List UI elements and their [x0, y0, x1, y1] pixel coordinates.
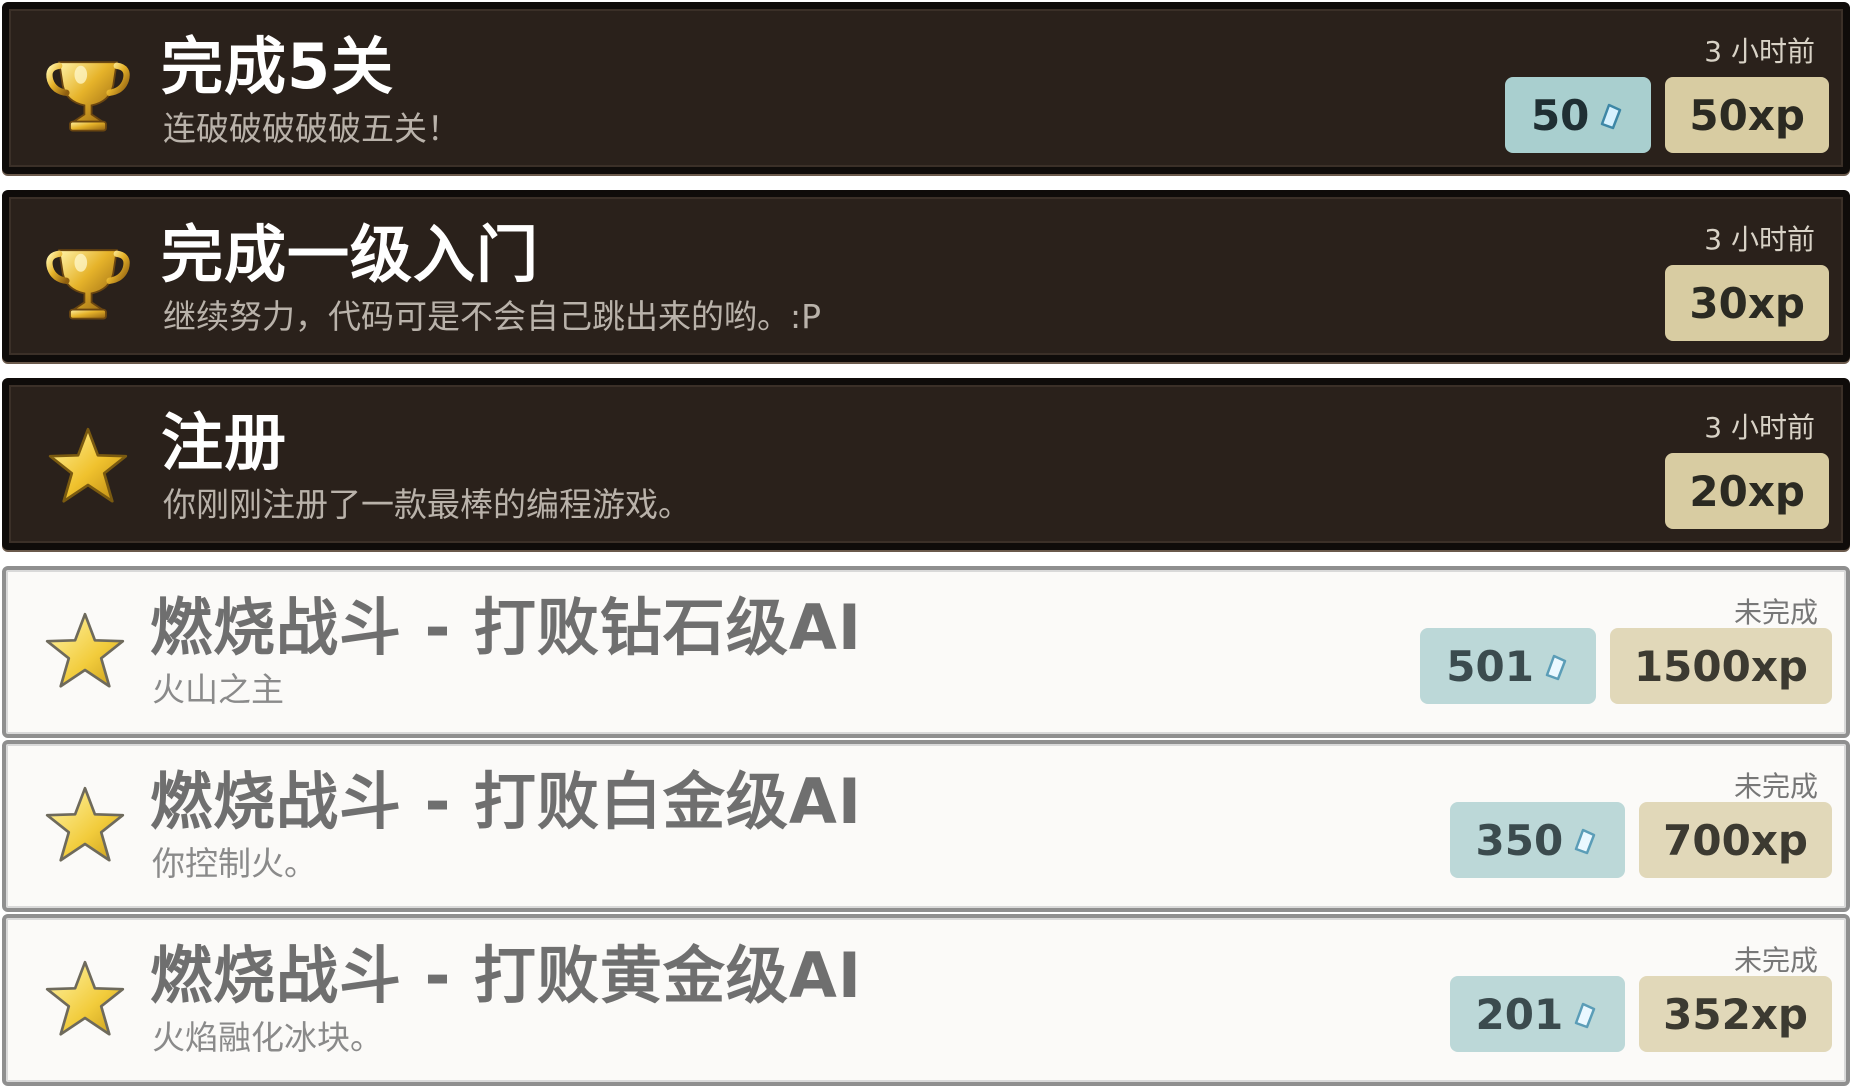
achievement-status: 未完成 — [1733, 770, 1818, 803]
achievement-title: 燃烧战斗 - 打败黄金级AI — [150, 939, 862, 1012]
achievement-description: 继续努力，代码可是不会自己跳出来的哟。:P — [163, 297, 822, 336]
achievement-row: 完成一级入门 继续努力，代码可是不会自己跳出来的哟。:P 3 小时前 30xp — [2, 190, 1850, 362]
reward-group: 30xp — [1665, 265, 1829, 341]
achievement-row: 完成5关 连破破破破破五关！ 3 小时前 50 50xp — [2, 2, 1850, 174]
achievement-time: 3 小时前 — [1704, 35, 1815, 68]
achievement-description: 你刚刚注册了一款最棒的编程游戏。 — [163, 485, 691, 524]
gem-reward-badge: 350 — [1449, 802, 1626, 878]
achievement-time: 3 小时前 — [1704, 411, 1815, 444]
reward-group: 20xp — [1665, 453, 1829, 529]
achievement-row: 燃烧战斗 - 打败白金级AI 你控制火。 未完成 350 700xp — [2, 740, 1850, 912]
xp-reward-badge: 1500xp — [1609, 628, 1832, 704]
gem-reward-badge: 201 — [1449, 976, 1626, 1052]
xp-reward-badge: 352xp — [1639, 976, 1832, 1052]
achievement-description: 连破破破破破五关！ — [163, 109, 460, 148]
star-icon — [40, 780, 130, 872]
achievement-title: 注册 — [161, 406, 288, 479]
gem-icon — [1569, 999, 1599, 1029]
achievement-description: 火焰融化冰块。 — [152, 1018, 383, 1057]
gem-reward-badge: 50 — [1504, 77, 1652, 153]
trophy-icon — [43, 233, 133, 325]
achievement-row: 燃烧战斗 - 打败黄金级AI 火焰融化冰块。 未完成 201 352xp — [2, 914, 1850, 1086]
achievement-row: 燃烧战斗 - 打败钻石级AI 火山之主 未完成 501 1500xp — [2, 566, 1850, 738]
xp-reward-badge: 20xp — [1665, 453, 1829, 529]
achievement-title: 燃烧战斗 - 打败白金级AI — [150, 765, 862, 838]
star-icon — [40, 954, 130, 1046]
achievement-title: 燃烧战斗 - 打败钻石级AI — [150, 591, 862, 664]
gem-reward-value: 201 — [1475, 989, 1564, 1039]
gem-reward-value: 350 — [1475, 815, 1564, 865]
gem-icon — [1595, 100, 1625, 130]
reward-group: 501 1500xp — [1420, 628, 1832, 704]
reward-group: 201 352xp — [1449, 976, 1832, 1052]
achievement-time: 3 小时前 — [1704, 223, 1815, 256]
xp-reward-badge: 50xp — [1665, 77, 1829, 153]
achievement-title: 完成一级入门 — [161, 218, 540, 291]
achievement-description: 你控制火。 — [152, 844, 317, 883]
achievement-status: 未完成 — [1733, 944, 1818, 977]
achievement-list: 完成5关 连破破破破破五关！ 3 小时前 50 50xp 完成一级入门 继续努力… — [0, 0, 1856, 1086]
star-icon — [40, 606, 130, 698]
reward-group: 50 50xp — [1504, 77, 1829, 153]
gem-icon — [1540, 651, 1570, 681]
gem-reward-value: 501 — [1446, 641, 1534, 691]
achievement-status: 未完成 — [1733, 596, 1818, 629]
achievement-title: 完成5关 — [161, 30, 395, 103]
achievement-row: 注册 你刚刚注册了一款最棒的编程游戏。 3 小时前 20xp — [2, 378, 1850, 550]
gem-reward-value: 50 — [1530, 90, 1590, 140]
gem-reward-badge: 501 — [1420, 628, 1596, 704]
xp-reward-badge: 30xp — [1665, 265, 1829, 341]
star-icon — [43, 421, 133, 513]
reward-group: 350 700xp — [1449, 802, 1832, 878]
achievement-description: 火山之主 — [152, 670, 284, 709]
trophy-icon — [43, 45, 133, 137]
gem-icon — [1569, 825, 1599, 855]
xp-reward-badge: 700xp — [1639, 802, 1832, 878]
